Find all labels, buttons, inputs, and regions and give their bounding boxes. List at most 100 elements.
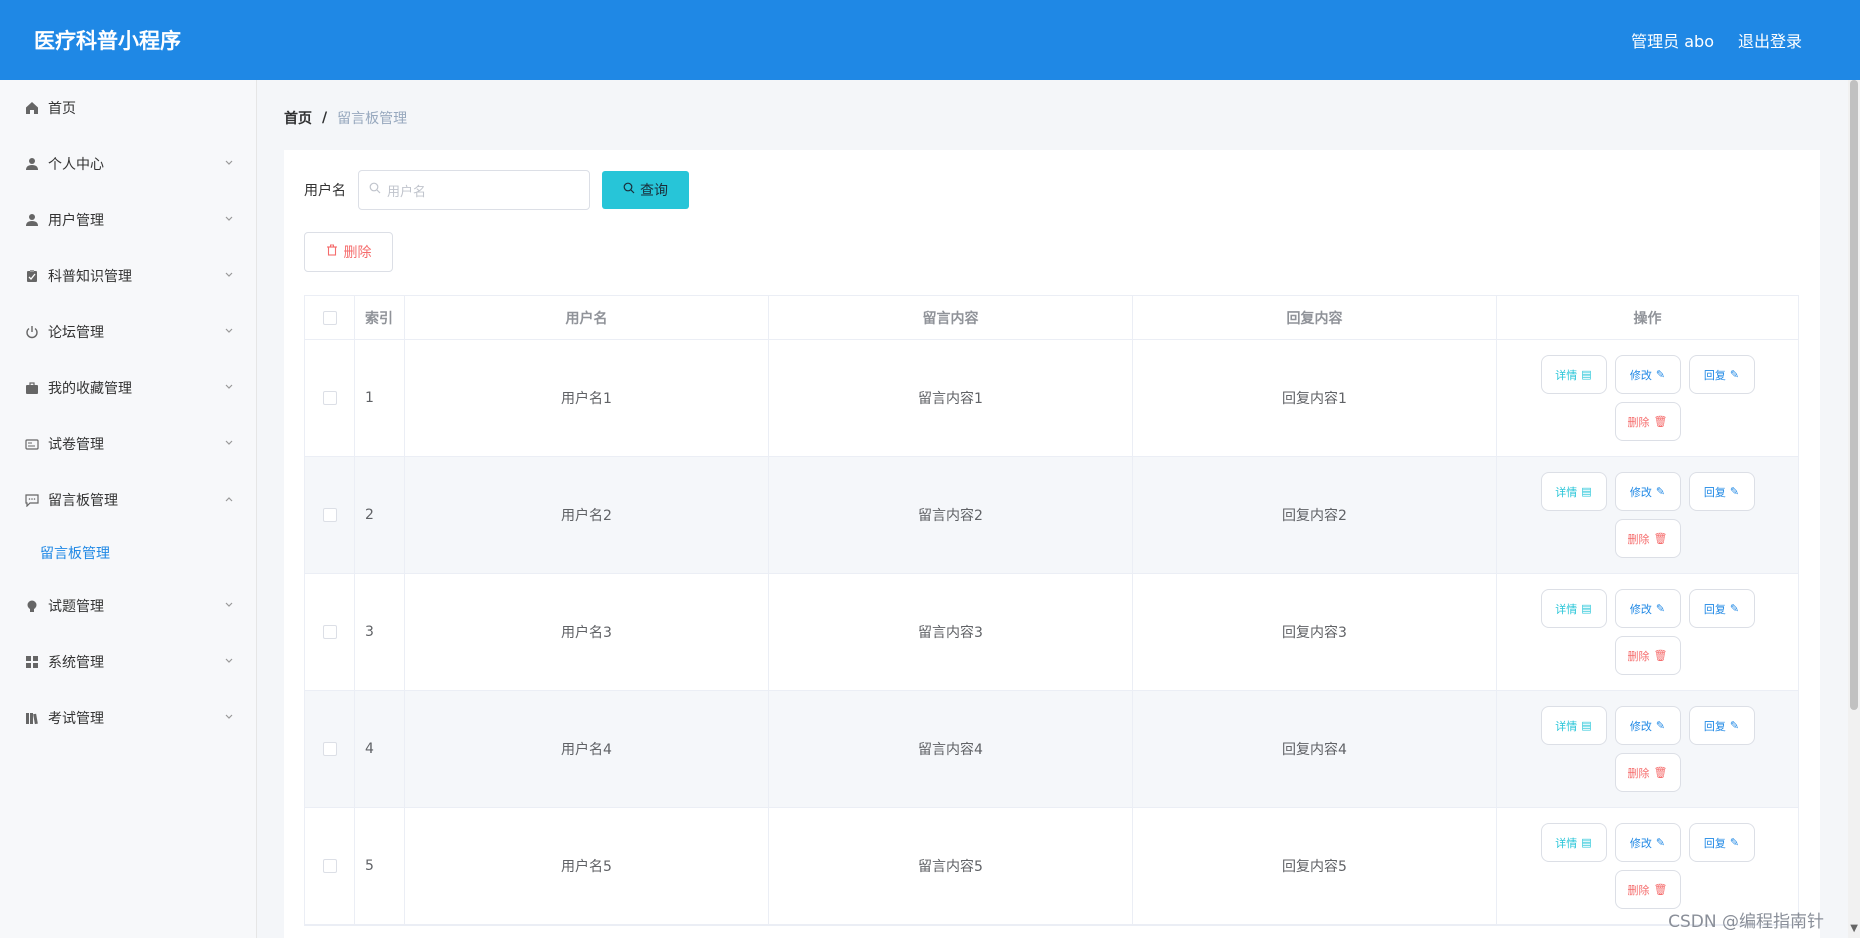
header-message: 留言内容: [769, 296, 1133, 339]
sidebar-item-label: 我的收藏管理: [48, 381, 132, 397]
chevron-down-icon: [224, 156, 234, 172]
sidebar-item-label: 个人中心: [48, 157, 104, 173]
logout-link[interactable]: 退出登录: [1738, 28, 1802, 52]
pencil-icon: ✎: [1655, 719, 1666, 732]
row-username: 用户名1: [405, 340, 769, 456]
row-checkbox[interactable]: [322, 742, 337, 756]
app-title: 医疗科普小程序: [34, 29, 181, 53]
detail-button[interactable]: 详情 ▤: [1540, 589, 1607, 628]
breadcrumb-separator: /: [322, 110, 328, 126]
chevron-up-icon: [224, 492, 234, 508]
pencil-icon: ✎: [1729, 836, 1740, 849]
pencil-icon: ✎: [1655, 485, 1666, 498]
sidebar-item-users[interactable]: 用户管理: [0, 192, 256, 248]
chevron-down-icon: [224, 654, 234, 670]
detail-button[interactable]: 详情 ▤: [1540, 823, 1607, 862]
chat-icon: [24, 492, 40, 508]
delete-label: 删除: [1627, 766, 1650, 780]
delete-button[interactable]: 删除 🗑: [1614, 870, 1681, 909]
sidebar-item-profile[interactable]: 个人中心: [0, 136, 256, 192]
breadcrumb-current: 留言板管理: [337, 111, 408, 127]
sidebar-subitem-label: 留言板管理: [40, 546, 110, 562]
sidebar-item-forum[interactable]: 论坛管理: [0, 304, 256, 360]
reply-button[interactable]: 回复 ✎: [1688, 589, 1755, 628]
detail-label: 详情: [1555, 719, 1578, 733]
edit-button[interactable]: 修改 ✎: [1614, 823, 1681, 862]
row-reply: 回复内容2: [1133, 457, 1497, 573]
delete-button[interactable]: 删除 🗑: [1614, 402, 1681, 441]
breadcrumb-home[interactable]: 首页: [284, 108, 312, 128]
sidebar-item-system[interactable]: 系统管理: [0, 634, 256, 690]
sidebar-item-home[interactable]: 首页: [0, 80, 256, 136]
main-content: 首页 / 留言板管理 用户名 用户名 查询 删除 索引 用户名 留言内容 回复内…: [257, 80, 1820, 938]
sidebar-item-favorites[interactable]: 我的收藏管理: [0, 360, 256, 416]
delete-button[interactable]: 删除 🗑: [1614, 753, 1681, 792]
edit-button[interactable]: 修改 ✎: [1614, 355, 1681, 394]
header-index: 索引: [355, 296, 405, 339]
row-reply: 回复内容3: [1133, 574, 1497, 690]
search-row: 用户名 用户名 查询: [304, 170, 689, 210]
scroll-down-arrow-icon[interactable]: ▼: [1850, 923, 1858, 934]
reply-button[interactable]: 回复 ✎: [1688, 706, 1755, 745]
row-ops: 详情 ▤ 修改 ✎ 回复 ✎ 删除 🗑: [1497, 691, 1798, 807]
sidebar-item-messageboard[interactable]: 留言板管理: [0, 472, 256, 528]
select-all-checkbox[interactable]: [322, 310, 337, 325]
row-index: 4: [355, 691, 405, 807]
reply-label: 回复: [1703, 719, 1726, 733]
detail-button[interactable]: 详情 ▤: [1540, 472, 1607, 511]
document-icon: ▤: [1581, 602, 1592, 615]
detail-button[interactable]: 详情 ▤: [1540, 355, 1607, 394]
delete-button[interactable]: 删除 🗑: [1614, 519, 1681, 558]
chevron-down-icon: [224, 710, 234, 726]
trash-icon: 🗑: [1653, 532, 1668, 545]
row-select-cell: [305, 691, 355, 807]
chevron-down-icon: [224, 268, 234, 284]
row-username: 用户名5: [405, 808, 769, 924]
row-checkbox[interactable]: [322, 508, 337, 522]
document-icon: ▤: [1581, 368, 1592, 381]
pencil-icon: ✎: [1655, 602, 1666, 615]
row-checkbox[interactable]: [322, 625, 337, 639]
sidebar-item-knowledge[interactable]: 科普知识管理: [0, 248, 256, 304]
table-row: 2 用户名2 留言内容2 回复内容2 详情 ▤ 修改 ✎ 回复 ✎ 删除 🗑: [305, 457, 1798, 574]
search-input[interactable]: 用户名: [358, 170, 590, 210]
row-ops: 详情 ▤ 修改 ✎ 回复 ✎ 删除 🗑: [1497, 457, 1798, 573]
row-checkbox[interactable]: [322, 391, 337, 405]
reply-button[interactable]: 回复 ✎: [1688, 355, 1755, 394]
bulb-icon: [24, 598, 40, 614]
detail-label: 详情: [1555, 602, 1578, 616]
document-icon: ▤: [1581, 719, 1592, 732]
header-select-all: [305, 296, 355, 339]
pencil-icon: ✎: [1729, 368, 1740, 381]
sidebar-item-questions[interactable]: 试题管理: [0, 578, 256, 634]
delete-button[interactable]: 删除 🗑: [1614, 636, 1681, 675]
reply-button[interactable]: 回复 ✎: [1688, 472, 1755, 511]
admin-name[interactable]: 管理员 abo: [1631, 28, 1714, 52]
sidebar-item-exams[interactable]: 考试管理: [0, 690, 256, 746]
trash-icon: 🗑: [1653, 415, 1668, 428]
trash-icon: 🗑: [1653, 883, 1668, 896]
edit-button[interactable]: 修改 ✎: [1614, 589, 1681, 628]
trash-icon: 🗑: [1653, 649, 1668, 662]
batch-delete-button[interactable]: 删除: [304, 232, 393, 272]
row-ops: 详情 ▤ 修改 ✎ 回复 ✎ 删除 🗑: [1497, 574, 1798, 690]
edit-button[interactable]: 修改 ✎: [1614, 472, 1681, 511]
detail-button[interactable]: 详情 ▤: [1540, 706, 1607, 745]
user-icon: [24, 156, 40, 172]
reply-label: 回复: [1703, 602, 1726, 616]
sidebar-subitem-messageboard[interactable]: 留言板管理: [0, 528, 256, 578]
header-user-area: 管理员 abo 退出登录: [1631, 28, 1802, 52]
scrollbar-thumb[interactable]: [1850, 80, 1858, 710]
sidebar-item-papers[interactable]: 试卷管理: [0, 416, 256, 472]
chevron-down-icon: [224, 436, 234, 452]
row-index: 3: [355, 574, 405, 690]
edit-button[interactable]: 修改 ✎: [1614, 706, 1681, 745]
reply-button[interactable]: 回复 ✎: [1688, 823, 1755, 862]
page-scrollbar[interactable]: [1848, 80, 1860, 938]
row-username: 用户名2: [405, 457, 769, 573]
sidebar-item-label: 试题管理: [48, 599, 104, 615]
pencil-icon: ✎: [1655, 836, 1666, 849]
row-reply: 回复内容4: [1133, 691, 1497, 807]
query-button[interactable]: 查询: [602, 171, 689, 209]
row-checkbox[interactable]: [322, 859, 337, 873]
